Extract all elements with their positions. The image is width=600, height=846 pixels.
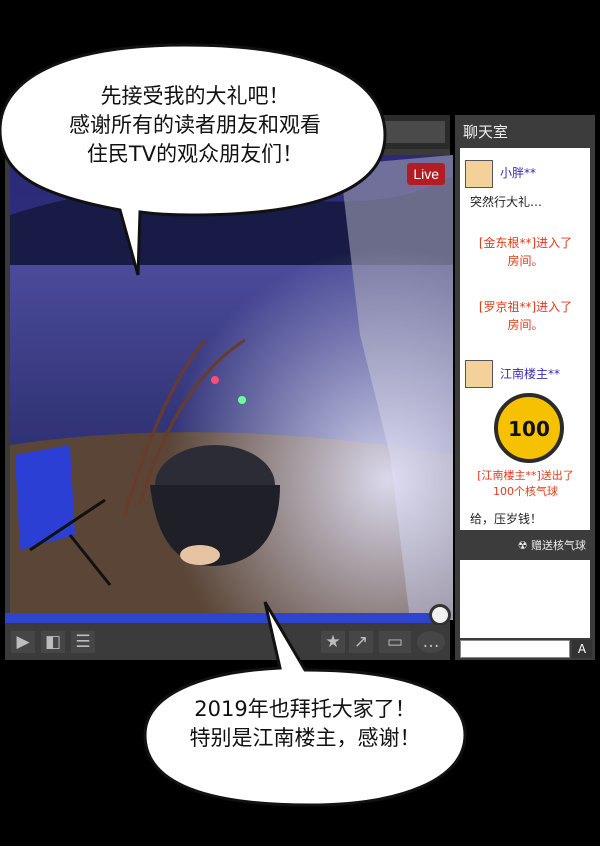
speech-line: 感谢所有的读者朋友和观看 — [69, 113, 321, 137]
speech-line: 先接受我的大礼吧！ — [100, 84, 290, 108]
comic-panel: Live ▶ ◧ ☰ ★ ↗ ▭ … 聊天室 小胖** 突然行大礼… [金东根*… — [0, 0, 600, 846]
speech-line: 特别是江南楼主，感谢！ — [189, 726, 421, 750]
speech-line: 住民TV的观众朋友们！ — [86, 142, 304, 166]
speech-text-top: 先接受我的大礼吧！ 感谢所有的读者朋友和观看 住民TV的观众朋友们！ — [20, 82, 370, 169]
speech-line: 2019年也拜托大家了！ — [194, 697, 416, 721]
speech-text-bottom: 2019年也拜托大家了！ 特别是江南楼主，感谢！ — [160, 695, 450, 753]
